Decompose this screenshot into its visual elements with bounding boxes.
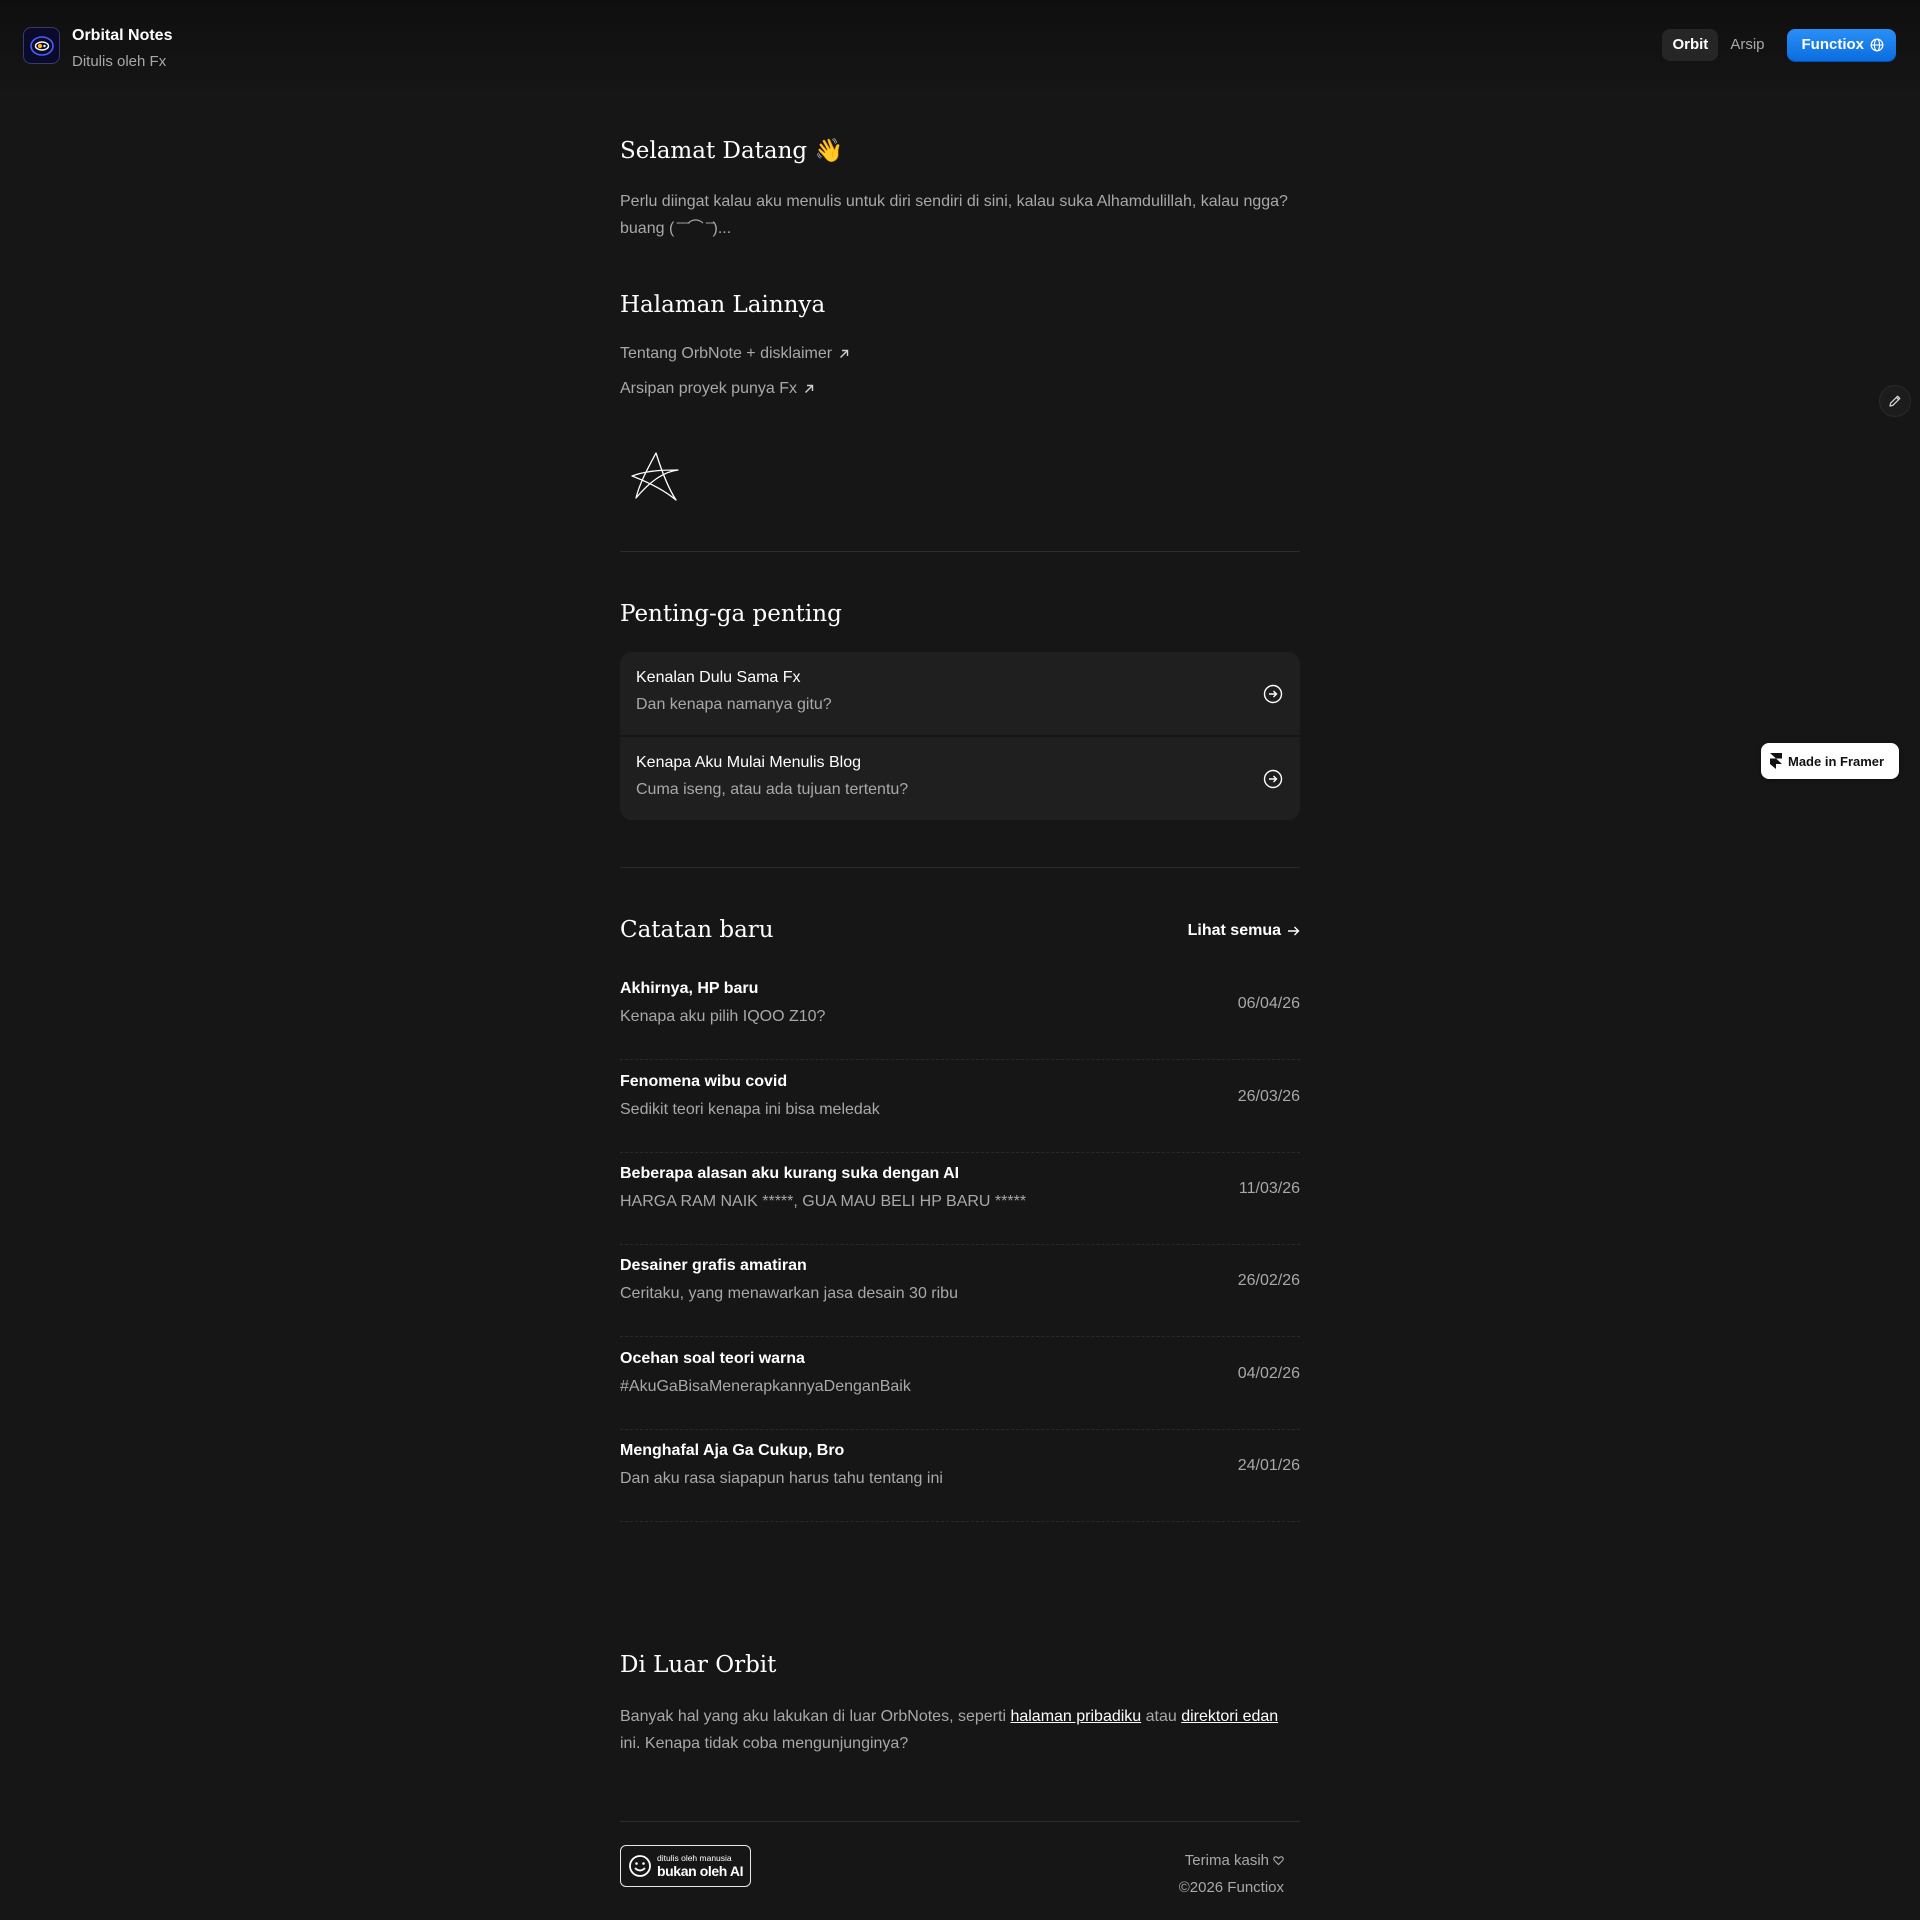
arrow-up-right-icon — [803, 383, 815, 395]
link-about-orbnote-label: Tentang OrbNote + disklaimer — [620, 345, 833, 362]
card-title: Kenapa Aku Mulai Menulis Blog — [636, 754, 862, 771]
section-divider — [620, 867, 1300, 868]
smiley-icon — [628, 1854, 652, 1878]
thanks-text: Terima kasih — [1184, 1852, 1269, 1869]
circle-arrow-right-icon — [1263, 684, 1283, 704]
functiox-button-label: Functiox — [1801, 36, 1865, 53]
heart-icon — [1273, 1855, 1284, 1866]
card-title: Kenalan Dulu Sama Fx — [636, 669, 801, 686]
section-divider — [620, 551, 1300, 552]
note-date: 24/01/26 — [1237, 1457, 1300, 1474]
note-title: Akhirnya, HP baru — [620, 980, 759, 997]
note-title: Menghafal Aja Ga Cukup, Bro — [620, 1442, 845, 1459]
card-kenalan[interactable]: Kenalan Dulu Sama Fx Dan kenapa namanya … — [620, 652, 1300, 735]
note-subtitle: Sedikit teori kenapa ini bisa meledak — [620, 1101, 880, 1118]
header-background — [0, 0, 1920, 100]
note-date: 26/02/26 — [1237, 1272, 1300, 1289]
outside-text: Banyak hal yang aku lakukan di luar OrbN… — [620, 1703, 1300, 1757]
note-title: Desainer grafis amatiran — [620, 1257, 807, 1274]
outside-text-mid: atau — [1141, 1708, 1182, 1725]
framer-logo-icon — [1770, 753, 1782, 769]
important-title: Penting-ga penting — [620, 601, 842, 627]
note-item[interactable]: Fenomena wibu covid Sedikit teori kenapa… — [620, 1061, 1300, 1153]
card-mulai-menulis[interactable]: Kenapa Aku Mulai Menulis Blog Cuma iseng… — [620, 737, 1300, 820]
orbit-eye-icon — [23, 27, 60, 64]
note-subtitle: Dan aku rasa siapapun harus tahu tentang… — [620, 1470, 943, 1487]
nav-tab-orbit[interactable]: Orbit — [1662, 29, 1719, 61]
outside-text-after: ini. Kenapa tidak coba mengunjunginya? — [620, 1735, 909, 1752]
edit-button[interactable] — [1879, 385, 1911, 417]
card-subtitle: Cuma iseng, atau ada tujuan tertentu? — [636, 781, 909, 798]
top-nav: Orbit Arsip Functiox — [1662, 29, 1896, 61]
outside-text-before: Banyak hal yang aku lakukan di luar OrbN… — [620, 1708, 1011, 1725]
footer-divider — [620, 1821, 1300, 1822]
signature-star-icon — [626, 448, 686, 509]
pencil-icon — [1888, 394, 1902, 408]
note-date: 11/03/26 — [1238, 1180, 1300, 1197]
note-item[interactable]: Ocehan soal teori warna #AkuGaBisaMenera… — [620, 1338, 1300, 1430]
footer-credits: Terima kasih ©2026 Functiox — [1179, 1847, 1284, 1901]
site-subtitle: Ditulis oleh Fx — [72, 53, 167, 70]
link-about-orbnote[interactable]: Tentang OrbNote + disklaimer — [620, 345, 850, 363]
made-in-framer-badge[interactable]: Made in Framer — [1761, 743, 1899, 779]
globe-icon — [1870, 38, 1884, 52]
note-item[interactable]: Menghafal Aja Ga Cukup, Bro Dan aku rasa… — [620, 1430, 1300, 1522]
note-item[interactable]: Akhirnya, HP baru Kenapa aku pilih IQOO … — [620, 968, 1300, 1060]
see-all-label: Lihat semua — [1187, 922, 1281, 939]
note-date: 04/02/26 — [1237, 1365, 1300, 1382]
note-title: Beberapa alasan aku kurang suka dengan A… — [620, 1165, 960, 1182]
copyright-text: ©2026 Functiox — [1178, 1879, 1284, 1896]
link-project-archive[interactable]: Arsipan proyek punya Fx — [620, 380, 815, 398]
framer-badge-label: Made in Framer — [1788, 753, 1885, 769]
note-date: 26/03/26 — [1237, 1088, 1300, 1105]
arrow-up-right-icon — [838, 348, 850, 360]
note-subtitle: Ceritaku, yang menawarkan jasa desain 30… — [620, 1285, 958, 1302]
note-subtitle: Kenapa aku pilih IQOO Z10? — [620, 1008, 826, 1025]
nav-tab-arsip[interactable]: Arsip — [1720, 29, 1774, 61]
arrow-right-icon — [1287, 925, 1300, 937]
note-title: Fenomena wibu covid — [620, 1073, 788, 1090]
badge-small-text: ditulis oleh manusia — [657, 1853, 732, 1863]
welcome-title: Selamat Datang 👋 — [620, 138, 844, 164]
link-directory[interactable]: direktori edan — [1181, 1708, 1278, 1725]
note-date: 06/04/26 — [1237, 995, 1300, 1012]
brand[interactable]: Orbital Notes Ditulis oleh Fx — [23, 27, 172, 74]
note-title: Ocehan soal teori warna — [620, 1350, 805, 1367]
note-subtitle: #AkuGaBisaMenerapkannyaDenganBaik — [620, 1378, 911, 1395]
site-title: Orbital Notes — [72, 27, 173, 44]
note-item[interactable]: Beberapa alasan aku kurang suka dengan A… — [620, 1153, 1300, 1245]
card-subtitle: Dan kenapa namanya gitu? — [636, 696, 832, 713]
outside-title: Di Luar Orbit — [620, 1652, 777, 1678]
badge-big-text: bukan oleh AI — [657, 1863, 744, 1879]
link-personal-page[interactable]: halaman pribadiku — [1010, 1708, 1141, 1725]
circle-arrow-right-icon — [1263, 769, 1283, 789]
see-all-link[interactable]: Lihat semua — [1188, 922, 1300, 940]
other-pages-title: Halaman Lainnya — [620, 292, 826, 318]
not-by-ai-badge[interactable]: ditulis oleh manusia bukan oleh AI — [620, 1845, 751, 1887]
notes-title: Catatan baru — [620, 917, 774, 943]
link-project-archive-label: Arsipan proyek punya Fx — [620, 380, 797, 397]
functiox-button[interactable]: Functiox — [1786, 29, 1896, 61]
note-item[interactable]: Desainer grafis amatiran Ceritaku, yang … — [620, 1245, 1300, 1337]
note-subtitle: HARGA RAM NAIK *****, GUA MAU BELI HP BA… — [620, 1193, 1027, 1210]
welcome-text: Perlu diingat kalau aku menulis untuk di… — [620, 193, 1288, 237]
